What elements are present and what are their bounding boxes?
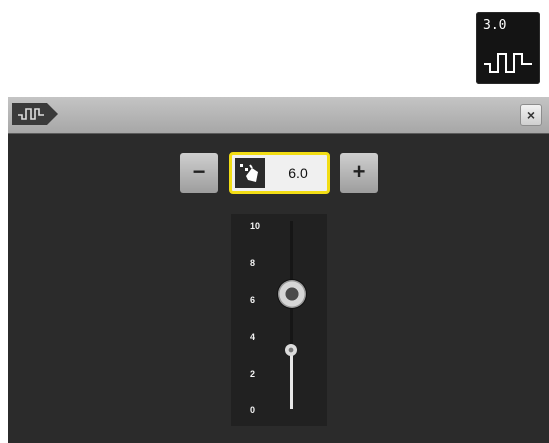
stitch-icon <box>484 53 532 73</box>
width-slider[interactable] <box>231 214 327 426</box>
slider-tick-label: 4 <box>250 332 256 342</box>
panel-tag <box>12 103 58 125</box>
stitch-preview: 3.0 <box>476 12 540 84</box>
slider-tick-label: 10 <box>250 221 261 231</box>
slider-handle[interactable] <box>278 280 306 308</box>
stitch-icon <box>18 108 44 120</box>
slider-tick-label: 6 <box>250 295 256 305</box>
value-display: 6.0 <box>229 152 330 194</box>
stitch-width-panel: × − 6.0 + 10 8 6 4 2 0 <box>8 97 549 443</box>
value-text: 6.0 <box>288 165 308 181</box>
slider-track-fill <box>290 351 293 409</box>
preview-value: 3.0 <box>483 18 507 33</box>
increase-button[interactable]: + <box>340 153 378 193</box>
panel-titlebar: × <box>8 97 549 134</box>
slider-tick-label: 0 <box>250 405 256 415</box>
slider-tick-label: 8 <box>250 258 256 268</box>
close-button[interactable]: × <box>520 104 542 126</box>
hand-stitch-icon <box>235 158 265 188</box>
original-value-marker <box>285 344 297 356</box>
decrease-button[interactable]: − <box>180 153 218 193</box>
slider-tick-label: 2 <box>250 369 256 379</box>
